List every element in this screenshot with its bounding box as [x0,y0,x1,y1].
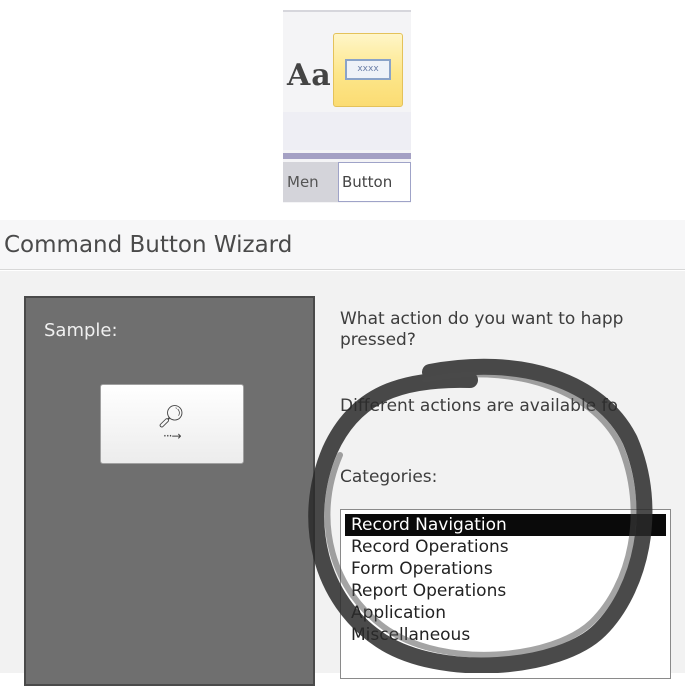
ribbon-fragment: Aa xxxx Men Button [283,10,411,203]
different-actions-text: Different actions are available fo [340,396,618,416]
wizard-title: Command Button Wizard [4,232,293,258]
sample-button-preview: 🔎︎ ···→ [100,384,244,464]
category-item-form-operations[interactable]: Form Operations [345,558,666,580]
binoculars-icon: 🔎︎ [157,405,185,430]
category-item-application[interactable]: Application [345,602,666,624]
category-item-miscellaneous[interactable]: Miscellaneous [345,624,666,646]
question-line-2: pressed? [340,330,416,350]
tab-button[interactable]: Button [338,162,411,202]
wizard-title-bar: Command Button Wizard [0,220,685,270]
category-item-record-navigation[interactable]: Record Navigation [345,514,666,536]
arrow-right-icon: ···→ [163,429,181,443]
category-item-record-operations[interactable]: Record Operations [345,536,666,558]
sample-label: Sample: [44,320,118,341]
wizard-question: What action do you want to happ pressed? [340,309,685,351]
button-control-tool[interactable]: xxxx [333,33,403,107]
sample-panel: Sample: 🔎︎ ···→ [24,296,315,686]
categories-listbox[interactable]: Record Navigation Record Operations Form… [340,509,671,679]
ribbon-group-band [283,112,411,150]
ribbon-tab-divider [283,153,411,159]
button-control-preview-icon: xxxx [345,59,391,80]
font-aa-icon[interactable]: Aa [287,58,332,93]
category-item-report-operations[interactable]: Report Operations [345,580,666,602]
question-line-1: What action do you want to happ [340,309,624,329]
wizard-body: Sample: 🔎︎ ···→ What action do you want … [0,271,685,686]
ribbon-top-divider [283,10,411,12]
tab-menu[interactable]: Men [283,162,338,202]
categories-label: Categories: [340,467,438,487]
